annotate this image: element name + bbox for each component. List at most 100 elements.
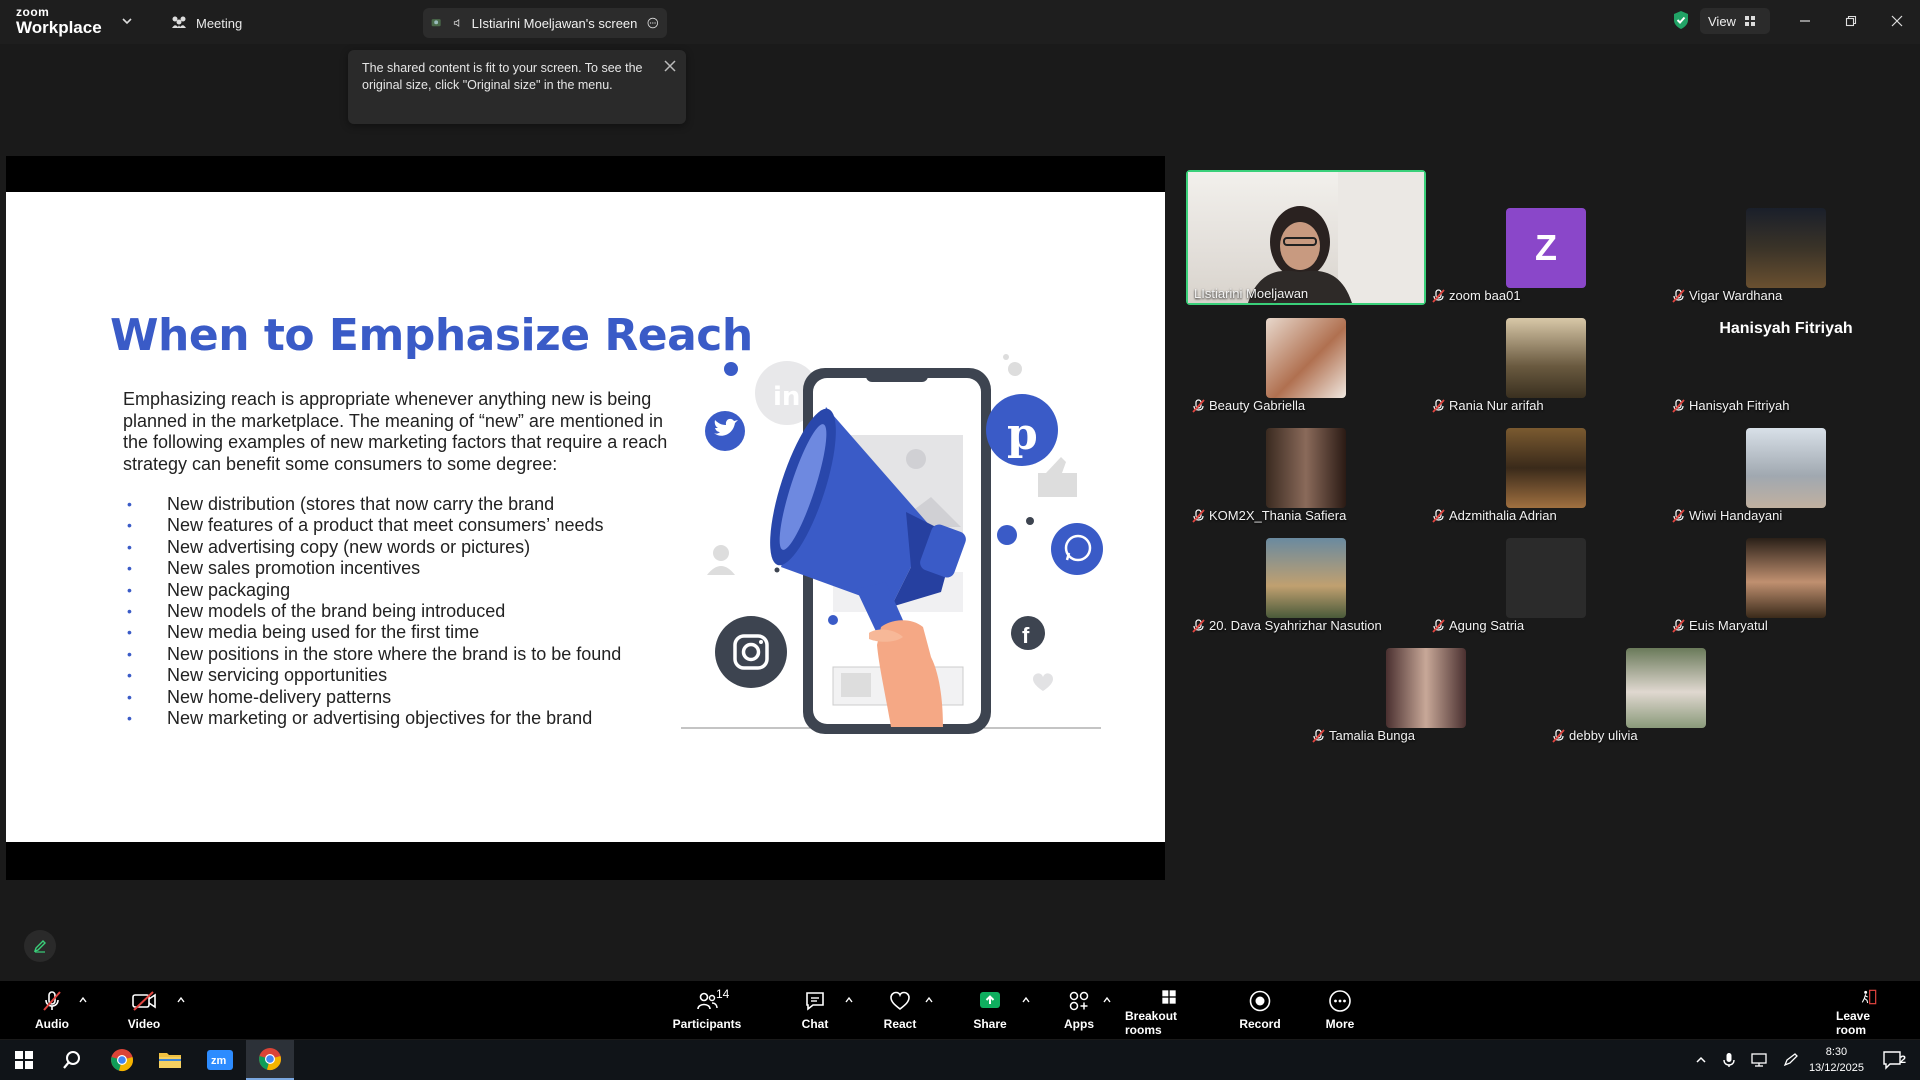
participant-name-bar: debby ulivia bbox=[1552, 728, 1638, 743]
leave-label: Leave room bbox=[1836, 1009, 1871, 1037]
notification-center-button[interactable]: 2 bbox=[1882, 1050, 1906, 1070]
more-button[interactable]: More bbox=[1320, 989, 1360, 1037]
breakout-rooms-icon bbox=[1162, 990, 1176, 1004]
megaphone-phone-illustration: in p f bbox=[681, 354, 1103, 734]
share-options-caret-icon[interactable] bbox=[1021, 995, 1031, 1005]
share-label: Share bbox=[973, 1017, 1007, 1031]
slide-bullet-item: New servicing opportunities bbox=[123, 665, 683, 687]
video-label: Video bbox=[127, 1017, 161, 1031]
restore-button[interactable] bbox=[1840, 10, 1862, 32]
encryption-shield-icon[interactable] bbox=[1672, 10, 1690, 30]
whatsapp-icon bbox=[1051, 523, 1103, 575]
record-label: Record bbox=[1239, 1017, 1281, 1031]
microphone-icon[interactable] bbox=[1722, 1052, 1736, 1068]
empty-avatar bbox=[1506, 538, 1586, 618]
thumbs-up-icon bbox=[1046, 457, 1077, 497]
close-tooltip-icon[interactable] bbox=[662, 58, 678, 74]
avatar-photo bbox=[1386, 648, 1466, 728]
taskbar-chrome-active[interactable] bbox=[246, 1040, 294, 1080]
react-label: React bbox=[883, 1017, 917, 1031]
avatar-photo bbox=[1266, 318, 1346, 398]
muted-mic-icon bbox=[1552, 728, 1565, 743]
audio-label: Audio bbox=[35, 1017, 69, 1031]
chat-button[interactable]: Chat bbox=[795, 989, 835, 1037]
breakout-rooms-button[interactable]: Breakout rooms bbox=[1125, 989, 1213, 1037]
avatar-letter: Z bbox=[1506, 208, 1586, 288]
minimize-icon bbox=[1800, 20, 1810, 22]
react-options-caret-icon[interactable] bbox=[924, 995, 934, 1005]
clock-date: 13/12/2025 bbox=[1808, 1062, 1864, 1074]
system-tray bbox=[1694, 1040, 1800, 1080]
zoom-meeting-window: zoom Workplace Meeting LIstiarini Moelja… bbox=[0, 0, 1920, 1080]
network-icon[interactable] bbox=[1750, 1052, 1768, 1068]
close-icon bbox=[1891, 15, 1903, 27]
folder-icon bbox=[159, 1053, 181, 1068]
slide-bullet-item: New advertising copy (new words or pictu… bbox=[123, 537, 683, 559]
record-button[interactable]: Record bbox=[1238, 989, 1282, 1037]
chevron-down-icon[interactable] bbox=[120, 14, 134, 28]
chat-options-caret-icon[interactable] bbox=[844, 995, 854, 1005]
apps-label: Apps bbox=[1064, 1017, 1094, 1031]
screen-share-indicator[interactable]: LIstiarini Moeljawan's screen bbox=[423, 8, 667, 38]
video-options-caret-icon[interactable] bbox=[176, 995, 186, 1005]
muted-mic-icon bbox=[43, 991, 61, 1011]
slide-bullet-item: New home-delivery patterns bbox=[123, 687, 683, 709]
zoom-workplace-logo: zoom Workplace bbox=[16, 6, 102, 36]
meeting-controls-toolbar: Audio Video 14 Participants Chat React S… bbox=[0, 981, 1920, 1039]
clock-time: 8:30 bbox=[1825, 1046, 1848, 1058]
more-options-icon[interactable] bbox=[647, 14, 659, 32]
view-button[interactable]: View bbox=[1700, 8, 1770, 34]
participants-button[interactable]: 14 Participants bbox=[672, 987, 742, 1037]
audio-button[interactable]: Audio bbox=[30, 989, 74, 1037]
participant-tile[interactable]: debby ulivia bbox=[1546, 610, 1786, 745]
slide-bullet-item: New sales promotion incentives bbox=[123, 558, 683, 580]
taskbar-file-explorer[interactable] bbox=[146, 1040, 194, 1080]
chevron-up-icon[interactable] bbox=[1694, 1053, 1708, 1067]
taskbar-zoom[interactable]: zm bbox=[196, 1040, 244, 1080]
share-screen-icon bbox=[980, 992, 1000, 1008]
more-dots-icon bbox=[1329, 990, 1351, 1012]
search-button[interactable] bbox=[48, 1040, 96, 1080]
apps-icon bbox=[1069, 991, 1089, 1011]
participant-gallery: LIstiarini Moeljawan Zzoom baa01 Vigar War… bbox=[1180, 170, 1920, 870]
shared-screen-area[interactable]: When to Emphasize Reach Emphasizing reac… bbox=[6, 156, 1165, 880]
annotate-button[interactable] bbox=[24, 930, 56, 962]
slide-bullet-item: New positions in the store where the bra… bbox=[123, 644, 683, 666]
avatar-photo bbox=[1506, 318, 1586, 398]
title-bar: zoom Workplace Meeting LIstiarini Moelja… bbox=[0, 0, 1920, 44]
participant-name: Tamalia Bunga bbox=[1329, 728, 1415, 743]
react-button[interactable]: React bbox=[880, 989, 920, 1037]
video-off-icon bbox=[132, 991, 156, 1011]
participant-name-bar: Tamalia Bunga bbox=[1312, 728, 1415, 743]
decor-dot bbox=[724, 362, 738, 376]
meeting-info-button[interactable]: Meeting bbox=[170, 12, 242, 34]
participant-name-placeholder: Hanisyah Fitriyah bbox=[1719, 320, 1853, 337]
start-button[interactable] bbox=[0, 1040, 48, 1080]
leave-room-button[interactable]: Leave room bbox=[1836, 989, 1902, 1037]
leave-door-icon bbox=[1861, 989, 1877, 1005]
participant-tile[interactable]: Tamalia Bunga bbox=[1306, 610, 1546, 745]
taskbar-clock[interactable]: 8:30 13/12/2025 bbox=[1809, 1044, 1864, 1076]
heart-icon bbox=[890, 991, 910, 1011]
apps-options-caret-icon[interactable] bbox=[1102, 995, 1112, 1005]
slide-bullet-item: New marketing or advertising objectives … bbox=[123, 708, 683, 730]
video-button[interactable]: Video bbox=[122, 989, 166, 1037]
minimize-button[interactable] bbox=[1794, 10, 1816, 32]
share-button[interactable]: Share bbox=[970, 989, 1010, 1037]
close-window-button[interactable] bbox=[1886, 10, 1908, 32]
restore-icon bbox=[1845, 15, 1857, 27]
tooltip-text: The shared content is fit to your screen… bbox=[362, 61, 643, 92]
pen-input-icon[interactable] bbox=[1782, 1052, 1800, 1068]
more-label: More bbox=[1325, 1017, 1355, 1031]
windows-taskbar: zm 8:30 13/12/2025 2 bbox=[0, 1040, 1920, 1080]
svg-text:in: in bbox=[773, 382, 800, 412]
share-label: LIstiarini Moeljawan's screen bbox=[471, 15, 638, 31]
audio-options-caret-icon[interactable] bbox=[78, 995, 88, 1005]
slide-bullet-item: New distribution (stores that now carry … bbox=[123, 494, 683, 516]
grid-view-icon bbox=[1744, 16, 1755, 26]
avatar-photo bbox=[1626, 648, 1706, 728]
search-icon bbox=[63, 1051, 80, 1069]
taskbar-chrome[interactable] bbox=[98, 1040, 146, 1080]
apps-button[interactable]: Apps bbox=[1059, 989, 1099, 1037]
muted-mic-icon bbox=[1312, 728, 1325, 743]
